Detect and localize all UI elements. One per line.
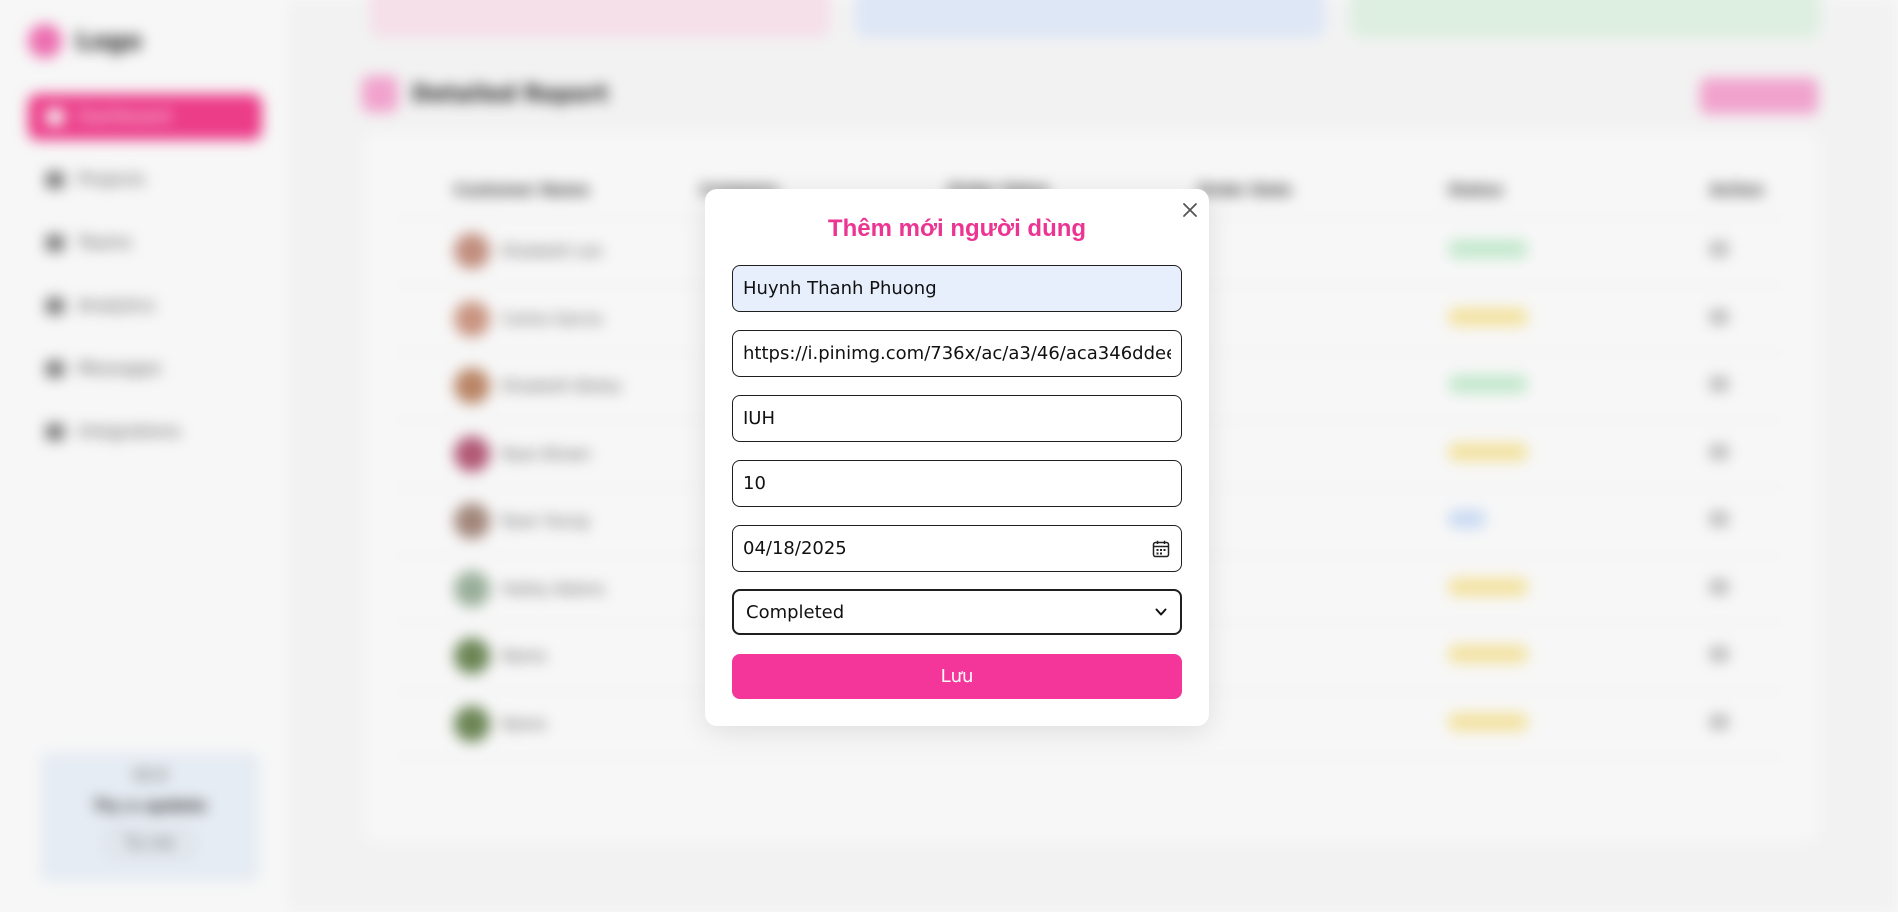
status-select[interactable]: Completed [732,589,1182,635]
name-input[interactable]: Huynh Thanh Phuong [732,265,1182,312]
calendar-icon[interactable] [1151,539,1171,559]
avatar-url-value: https://i.pinimg.com/736x/ac/a3/46/aca34… [743,343,1171,364]
value-input[interactable]: 10 [732,460,1182,507]
company-input-value: IUH [743,408,776,429]
date-input-value: 04/18/2025 [743,538,847,559]
modal-title: Thêm mới người dùng [827,215,1087,242]
name-input-value: Huynh Thanh Phuong [743,278,937,299]
chevron-down-icon [1154,605,1168,619]
avatar-url-input[interactable]: https://i.pinimg.com/736x/ac/a3/46/aca34… [732,330,1182,377]
status-select-value: Completed [746,601,845,623]
date-input[interactable]: 04/18/2025 [732,525,1182,572]
value-input-value: 10 [743,473,766,494]
add-user-modal: Thêm mới người dùng Huynh Thanh Phuong h… [705,189,1209,726]
company-input[interactable]: IUH [732,395,1182,442]
save-button[interactable]: Lưu [732,654,1182,699]
